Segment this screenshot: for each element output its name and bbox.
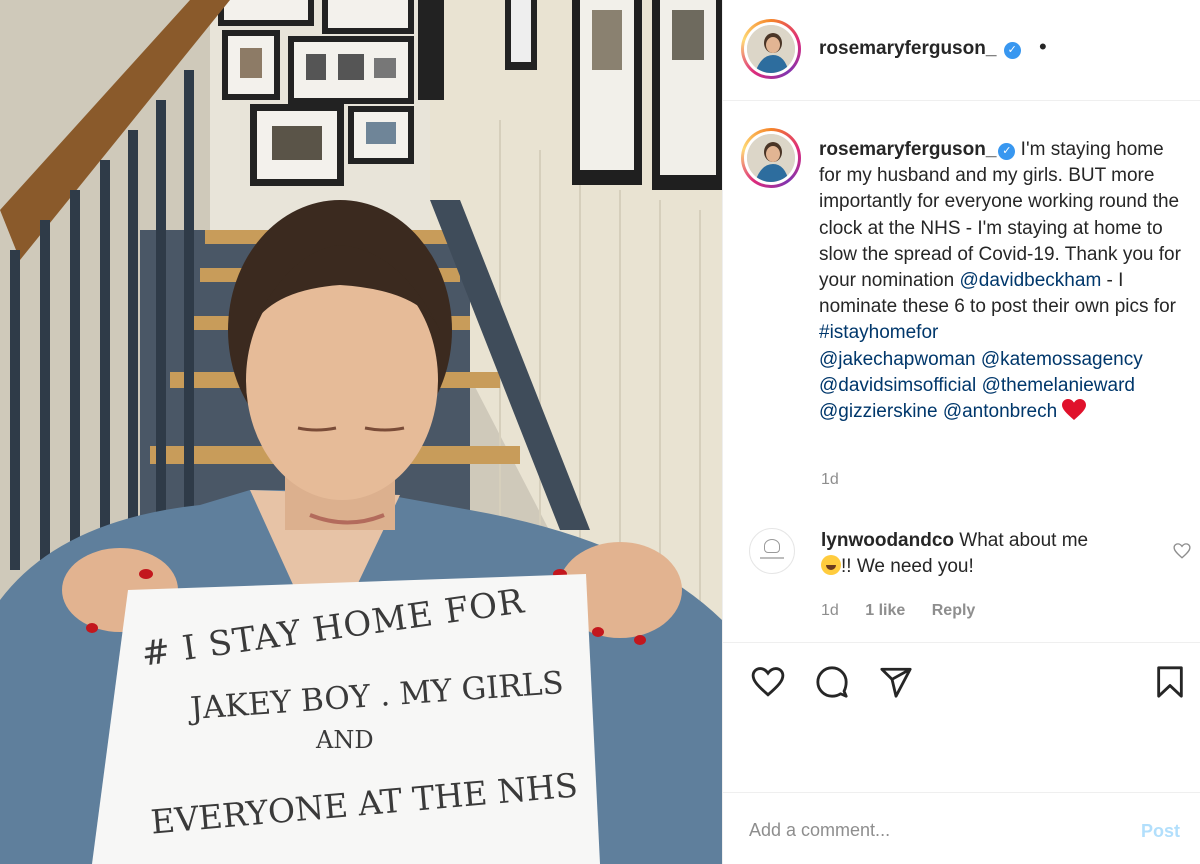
comment-icon <box>816 666 848 698</box>
caption-text: rosemaryferguson_ ✓ I'm staying home for … <box>819 137 1189 425</box>
comment-button[interactable] <box>815 665 849 699</box>
commenter-username[interactable]: lynwoodandco <box>821 530 954 551</box>
crest-icon <box>764 539 780 553</box>
add-comment-input[interactable] <box>749 815 1099 845</box>
comment-item: lynwoodandco What about me !! We need yo… <box>723 520 1200 640</box>
mention-themelanieward[interactable]: @themelanieward <box>982 375 1135 396</box>
mention-davidsimsofficial[interactable]: @davidsimsofficial <box>819 375 976 396</box>
comment-text: lynwoodandco What about me !! We need yo… <box>821 528 1161 580</box>
mention-gizzierskine[interactable]: @gizzierskine <box>819 401 938 422</box>
red-heart-emoji-icon <box>1062 399 1087 421</box>
add-comment-bar: Post <box>723 792 1200 864</box>
like-comment-icon[interactable] <box>1173 542 1191 560</box>
comment-likes[interactable]: 1 like <box>865 602 905 619</box>
caption-avatar-image <box>747 134 795 182</box>
verified-icon: ✓ <box>1003 42 1021 59</box>
mention-antonbrech[interactable]: @antonbrech <box>943 401 1057 422</box>
post-photo[interactable]: # I STAY HOME FOR JAKEY BOY . MY GIRLS A… <box>0 0 722 864</box>
crest-line <box>760 557 784 559</box>
header-username-text[interactable]: rosemaryferguson_ <box>819 38 996 59</box>
comment-body-b: !! We need you! <box>841 556 974 577</box>
mention-jakechapwoman[interactable]: @jakechapwoman <box>819 349 976 370</box>
avatar-image <box>747 25 795 73</box>
bookmark-icon <box>1157 666 1183 698</box>
post-comment-button[interactable]: Post <box>1141 821 1180 842</box>
caption-username[interactable]: rosemaryferguson_ <box>819 139 996 160</box>
reply-button[interactable]: Reply <box>932 602 976 619</box>
post-age[interactable]: 1d <box>821 471 839 489</box>
action-bar <box>723 642 1200 792</box>
laughing-emoji-icon <box>821 555 841 575</box>
post-header: rosemaryferguson_ ✓ • <box>723 0 1200 101</box>
share-button[interactable] <box>879 665 913 699</box>
hashtag-istayhomefor[interactable]: #istayhomefor <box>819 322 938 343</box>
caption-body-1: I'm staying home for my husband and my g… <box>819 139 1181 292</box>
like-button[interactable] <box>751 665 785 699</box>
commenter-avatar[interactable] <box>749 528 795 574</box>
verified-icon: ✓ <box>998 143 1016 160</box>
mention-davidbeckham[interactable]: @davidbeckham <box>959 270 1101 291</box>
comment-time[interactable]: 1d <box>821 602 839 619</box>
comment-meta: 1d 1 like Reply <box>821 602 997 620</box>
more-dot[interactable]: • <box>1039 34 1047 60</box>
heart-icon <box>751 667 785 697</box>
post-photo-illustration <box>0 0 722 864</box>
mention-katemossagency[interactable]: @katemossagency <box>981 349 1143 370</box>
header-username[interactable]: rosemaryferguson_ ✓ <box>819 38 1021 60</box>
save-button[interactable] <box>1153 665 1187 699</box>
post-side-panel: rosemaryferguson_ ✓ • rosemaryferguson_ ✓… <box>722 0 1200 864</box>
caption-block: rosemaryferguson_ ✓ I'm staying home for … <box>723 101 1200 501</box>
comment-body-a: What about me <box>954 530 1089 551</box>
caption-avatar[interactable] <box>741 128 801 188</box>
share-icon <box>880 667 912 698</box>
avatar[interactable] <box>741 19 801 79</box>
